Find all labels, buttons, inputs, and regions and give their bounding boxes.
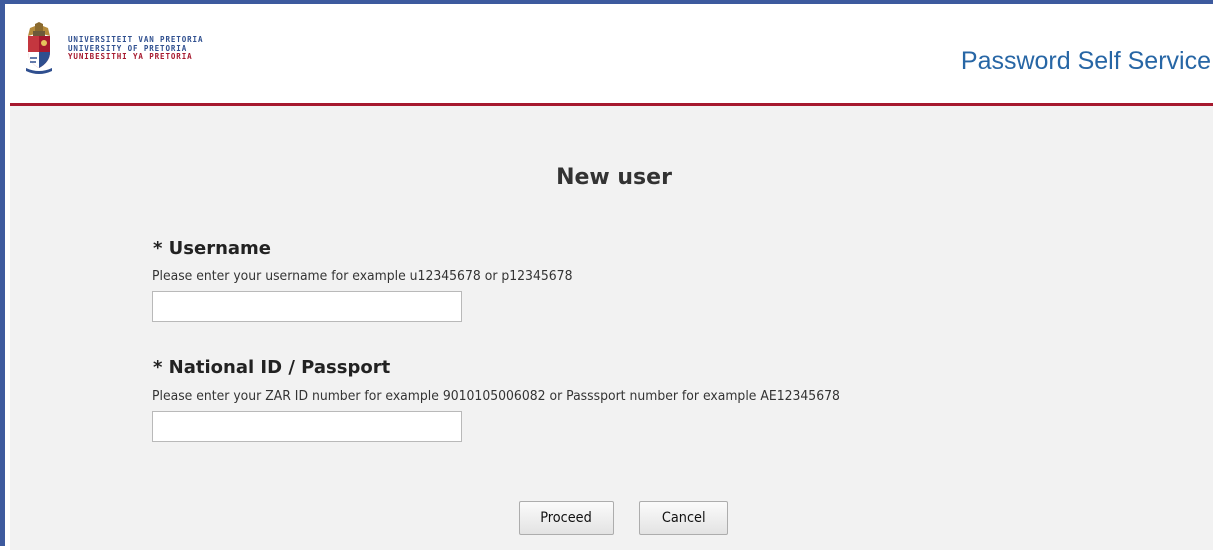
username-help-text: Please enter your username for example u… [152, 268, 573, 284]
national-id-help-text: Please enter your ZAR ID number for exam… [152, 388, 840, 404]
proceed-button[interactable]: Proceed [519, 501, 614, 535]
proceed-button-label: Proceed [540, 510, 593, 526]
page-title: New user [556, 165, 672, 190]
app-title: Password Self Service [960, 47, 1211, 75]
app-frame: UNIVERSITEIT VAN PRETORIA UNIVERSITY OF … [0, 0, 1213, 550]
username-input[interactable] [152, 291, 462, 322]
cancel-button-label: Cancel [661, 510, 706, 526]
university-logo: UNIVERSITEIT VAN PRETORIA UNIVERSITY OF … [24, 22, 203, 74]
national-id-label: * National ID / Passport [153, 357, 391, 378]
national-id-input[interactable] [152, 411, 462, 442]
logo-line-sepedi: YUNIBESITHI YA PRETORIA [68, 52, 193, 62]
university-name: UNIVERSITEIT VAN PRETORIA UNIVERSITY OF … [68, 35, 203, 62]
main-content: New user * Username Please enter your us… [10, 106, 1213, 550]
username-label: * Username [153, 238, 272, 259]
university-crest-icon [26, 22, 52, 74]
cancel-button[interactable]: Cancel [639, 501, 728, 535]
header: UNIVERSITEIT VAN PRETORIA UNIVERSITY OF … [10, 8, 1213, 105]
